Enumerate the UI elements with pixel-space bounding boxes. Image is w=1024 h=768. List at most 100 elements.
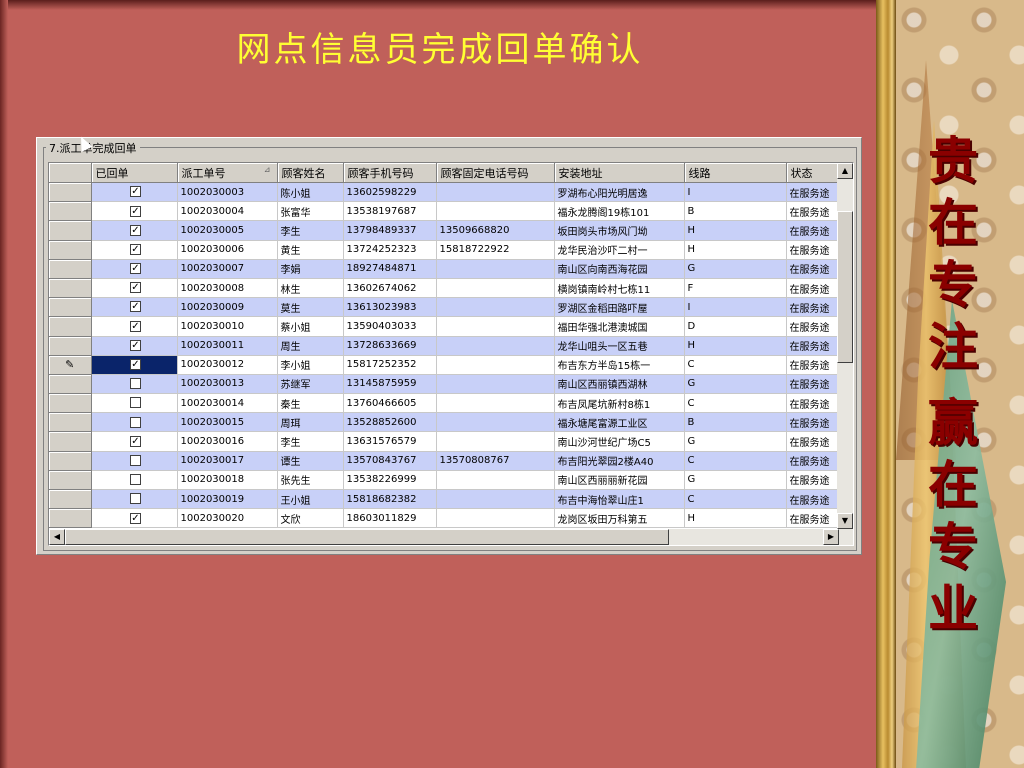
returned-checkbox[interactable]: ✓ <box>130 205 141 217</box>
address-cell[interactable]: 福永塘尾富源工业区 <box>554 412 685 433</box>
mobile-cell[interactable]: 13538197687 <box>343 201 437 222</box>
route-cell[interactable]: F <box>684 278 787 299</box>
address-cell[interactable]: 罗湖区金稻田路吓屋 <box>554 297 685 318</box>
order-number-cell[interactable]: 1002030011 <box>177 336 278 356</box>
table-row[interactable]: 1002030013 苏继军 13145875959 南山区西丽镇西湖林 G 在服务途 <box>49 374 840 395</box>
column-header[interactable]: 线路 <box>684 163 787 183</box>
address-cell[interactable]: 南山区西丽丽新花园 <box>554 470 685 491</box>
route-cell[interactable]: I <box>684 297 787 318</box>
vertical-scrollbar[interactable]: ▲ ▼ <box>837 163 853 529</box>
returned-checkbox[interactable] <box>130 493 141 505</box>
order-number-cell[interactable]: 1002030009 <box>177 297 278 318</box>
status-cell[interactable]: 在服务途 <box>786 508 840 529</box>
mobile-cell[interactable]: 13570843767 <box>343 451 437 471</box>
status-cell[interactable]: 在服务途 <box>786 278 840 299</box>
address-cell[interactable]: 南山区向南西海花园 <box>554 259 685 279</box>
arrow-right-icon[interactable]: ▶ <box>823 529 839 545</box>
phone-cell[interactable] <box>436 412 555 433</box>
returned-checkbox[interactable]: ✓ <box>130 512 141 524</box>
returned-checkbox[interactable]: ✓ <box>130 435 141 447</box>
route-cell[interactable]: G <box>684 374 787 395</box>
row-indicator[interactable] <box>49 297 92 318</box>
phone-cell[interactable] <box>436 182 555 203</box>
mobile-cell[interactable]: 13602598229 <box>343 182 437 203</box>
order-number-cell[interactable]: 1002030003 <box>177 182 278 203</box>
phone-cell[interactable] <box>436 508 555 529</box>
route-cell[interactable]: C <box>684 489 787 510</box>
customer-name-cell[interactable]: 蔡小姐 <box>277 316 344 337</box>
customer-name-cell[interactable]: 周生 <box>277 336 344 356</box>
customer-name-cell[interactable]: 李生 <box>277 431 344 452</box>
mobile-cell[interactable]: 18603011829 <box>343 508 437 529</box>
status-cell[interactable]: 在服务途 <box>786 489 840 510</box>
address-cell[interactable]: 福田华强北港澳城国 <box>554 316 685 337</box>
table-row[interactable]: ✓ 1002030005 李生 13798489337 13509668820 坂田岗头市… <box>49 220 840 241</box>
order-number-cell[interactable]: 1002030017 <box>177 451 278 471</box>
row-indicator[interactable] <box>49 182 92 203</box>
table-row[interactable]: 1002030015 周珥 13528852600 福永塘尾富源工业区 B 在服务途 <box>49 412 840 433</box>
address-cell[interactable]: 罗湖布心阳光明居逸 <box>554 182 685 203</box>
returned-checkbox[interactable]: ✓ <box>130 186 141 198</box>
table-row[interactable]: ✓ 1002030009 莫生 13613023983 罗湖区金稻田路吓屋 I 在服务途 <box>49 297 840 318</box>
customer-name-cell[interactable]: 张先生 <box>277 470 344 491</box>
route-cell[interactable]: G <box>684 470 787 491</box>
route-cell[interactable]: C <box>684 451 787 471</box>
returned-checkbox[interactable]: ✓ <box>130 243 141 255</box>
route-cell[interactable]: G <box>684 259 787 279</box>
customer-name-cell[interactable]: 张富华 <box>277 201 344 222</box>
address-cell[interactable]: 龙华山咀头一区五巷 <box>554 336 685 356</box>
phone-cell[interactable] <box>436 489 555 510</box>
route-cell[interactable]: H <box>684 336 787 356</box>
mobile-cell[interactable]: 13631576579 <box>343 431 437 452</box>
address-cell[interactable]: 横岗镇南岭村七栋11 <box>554 278 685 299</box>
column-header[interactable]: 状态 <box>786 163 840 183</box>
column-header[interactable]: 已回单 <box>91 163 178 183</box>
route-cell[interactable]: G <box>684 431 787 452</box>
mobile-cell[interactable]: 15817252352 <box>343 355 437 375</box>
order-number-cell[interactable]: 1002030010 <box>177 316 278 337</box>
vertical-scroll-thumb[interactable] <box>837 211 853 363</box>
phone-cell[interactable] <box>436 316 555 337</box>
row-indicator[interactable] <box>49 431 92 452</box>
table-row[interactable]: 1002030019 王小姐 15818682382 布吉中海怡翠山庄1 C 在服务途 <box>49 489 840 510</box>
row-indicator[interactable] <box>49 220 92 241</box>
route-cell[interactable]: B <box>684 201 787 222</box>
address-cell[interactable]: 南山沙河世纪广场C5 <box>554 431 685 452</box>
mobile-cell[interactable]: 13590403033 <box>343 316 437 337</box>
route-cell[interactable]: C <box>684 355 787 375</box>
arrow-left-icon[interactable]: ◀ <box>49 529 65 545</box>
row-indicator[interactable] <box>49 412 92 433</box>
order-number-cell[interactable]: 1002030020 <box>177 508 278 529</box>
status-cell[interactable]: 在服务途 <box>786 355 840 375</box>
status-cell[interactable]: 在服务途 <box>786 336 840 356</box>
returned-checkbox[interactable]: ✓ <box>130 263 141 275</box>
order-number-cell[interactable]: 1002030004 <box>177 201 278 222</box>
returned-checkbox[interactable] <box>130 416 141 428</box>
customer-name-cell[interactable]: 莫生 <box>277 297 344 318</box>
order-number-cell[interactable]: 1002030006 <box>177 240 278 260</box>
address-cell[interactable]: 龙岗区坂田万科第五 <box>554 508 685 529</box>
order-number-cell[interactable]: 1002030012 <box>177 355 278 375</box>
returned-checkbox[interactable] <box>130 454 141 466</box>
table-row[interactable]: ✓ 1002030011 周生 13728633669 龙华山咀头一区五巷 H 在服务途 <box>49 336 840 356</box>
row-indicator[interactable] <box>49 278 92 299</box>
order-number-cell[interactable]: 1002030008 <box>177 278 278 299</box>
table-row[interactable]: ✓ 1002030006 黄生 13724252323 15818722922 龙华民治沙… <box>49 240 840 260</box>
table-row[interactable]: ✓ 1002030008 林生 13602674062 横岗镇南岭村七栋11 F 在服务途 <box>49 278 840 299</box>
customer-name-cell[interactable]: 林生 <box>277 278 344 299</box>
route-cell[interactable]: I <box>684 182 787 203</box>
row-indicator[interactable]: ✎ <box>49 355 92 375</box>
phone-cell[interactable] <box>436 336 555 356</box>
status-cell[interactable]: 在服务途 <box>786 316 840 337</box>
phone-cell[interactable] <box>436 355 555 375</box>
customer-name-cell[interactable]: 陈小姐 <box>277 182 344 203</box>
table-row[interactable]: ✓ 1002030016 李生 13631576579 南山沙河世纪广场C5 G 在服务途 <box>49 431 840 452</box>
address-cell[interactable]: 坂田岗头市场风门坳 <box>554 220 685 241</box>
returned-checkbox[interactable]: ✓ <box>130 282 141 294</box>
status-cell[interactable]: 在服务途 <box>786 182 840 203</box>
column-header[interactable]: 顾客固定电话号码 <box>436 163 555 183</box>
mobile-cell[interactable]: 13602674062 <box>343 278 437 299</box>
phone-cell[interactable] <box>436 259 555 279</box>
column-header[interactable]: 安装地址 <box>554 163 685 183</box>
status-cell[interactable]: 在服务途 <box>786 259 840 279</box>
